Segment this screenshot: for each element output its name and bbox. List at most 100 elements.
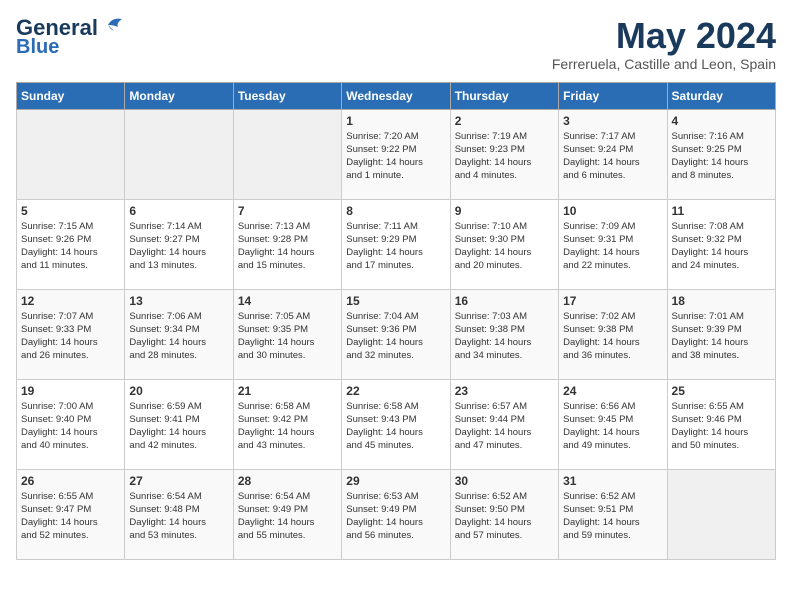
day-info: Sunrise: 6:55 AM Sunset: 9:47 PM Dayligh… [21, 490, 120, 543]
day-number: 1 [346, 114, 445, 128]
calendar-row-1: 1 Sunrise: 7:20 AM Sunset: 9:22 PM Daylig… [17, 109, 776, 199]
weekday-header-sunday: Sunday [17, 82, 125, 109]
title-block: May 2024 Ferreruela, Castille and Leon, … [552, 16, 776, 72]
day-number: 27 [129, 474, 228, 488]
day-number: 31 [563, 474, 662, 488]
calendar-cell: 31Sunrise: 6:52 AM Sunset: 9:51 PM Dayli… [559, 469, 667, 559]
day-info: Sunrise: 7:13 AM Sunset: 9:28 PM Dayligh… [238, 220, 337, 273]
day-info: Sunrise: 6:53 AM Sunset: 9:49 PM Dayligh… [346, 490, 445, 543]
day-info: Sunrise: 7:01 AM Sunset: 9:39 PM Dayligh… [672, 310, 771, 363]
day-number: 14 [238, 294, 337, 308]
day-number: 18 [672, 294, 771, 308]
day-number: 6 [129, 204, 228, 218]
calendar-cell: 5 Sunrise: 7:15 AM Sunset: 9:26 PM Daylig… [17, 199, 125, 289]
day-number: 20 [129, 384, 228, 398]
day-number: 5 [21, 204, 120, 218]
day-info: Sunrise: 7:06 AM Sunset: 9:34 PM Dayligh… [129, 310, 228, 363]
day-number: 22 [346, 384, 445, 398]
day-info: Sunrise: 7:19 AM Sunset: 9:23 PM Dayligh… [455, 130, 554, 183]
weekday-header-friday: Friday [559, 82, 667, 109]
day-info: Sunrise: 7:11 AM Sunset: 9:29 PM Dayligh… [346, 220, 445, 273]
calendar-cell: 2 Sunrise: 7:19 AM Sunset: 9:23 PM Daylig… [450, 109, 558, 199]
calendar-cell: 12 Sunrise: 7:07 AM Sunset: 9:33 PM Dayli… [17, 289, 125, 379]
calendar-cell: 8 Sunrise: 7:11 AM Sunset: 9:29 PM Daylig… [342, 199, 450, 289]
day-number: 13 [129, 294, 228, 308]
calendar-cell: 25 Sunrise: 6:55 AM Sunset: 9:46 PM Dayli… [667, 379, 775, 469]
location: Ferreruela, Castille and Leon, Spain [552, 56, 776, 72]
day-info: Sunrise: 6:54 AM Sunset: 9:49 PM Dayligh… [238, 490, 337, 543]
weekday-header-tuesday: Tuesday [233, 82, 341, 109]
calendar-cell: 28Sunrise: 6:54 AM Sunset: 9:49 PM Dayli… [233, 469, 341, 559]
day-number: 19 [21, 384, 120, 398]
logo-blue-text: Blue [16, 36, 59, 58]
calendar-cell: 29Sunrise: 6:53 AM Sunset: 9:49 PM Dayli… [342, 469, 450, 559]
logo: General Blue [16, 16, 122, 58]
calendar-cell: 19 Sunrise: 7:00 AM Sunset: 9:40 PM Dayli… [17, 379, 125, 469]
header-row: SundayMondayTuesdayWednesdayThursdayFrid… [17, 82, 776, 109]
calendar-cell [233, 109, 341, 199]
day-number: 30 [455, 474, 554, 488]
day-info: Sunrise: 6:57 AM Sunset: 9:44 PM Dayligh… [455, 400, 554, 453]
calendar-cell [125, 109, 233, 199]
day-number: 12 [21, 294, 120, 308]
day-number: 15 [346, 294, 445, 308]
calendar-cell: 23 Sunrise: 6:57 AM Sunset: 9:44 PM Dayli… [450, 379, 558, 469]
calendar-cell: 14Sunrise: 7:05 AM Sunset: 9:35 PM Dayli… [233, 289, 341, 379]
day-info: Sunrise: 6:58 AM Sunset: 9:42 PM Dayligh… [238, 400, 337, 453]
day-info: Sunrise: 7:16 AM Sunset: 9:25 PM Dayligh… [672, 130, 771, 183]
calendar-row-2: 5 Sunrise: 7:15 AM Sunset: 9:26 PM Daylig… [17, 199, 776, 289]
calendar-row-3: 12 Sunrise: 7:07 AM Sunset: 9:33 PM Dayli… [17, 289, 776, 379]
day-info: Sunrise: 7:10 AM Sunset: 9:30 PM Dayligh… [455, 220, 554, 273]
calendar-cell [667, 469, 775, 559]
calendar-cell: 17 Sunrise: 7:02 AM Sunset: 9:38 PM Dayli… [559, 289, 667, 379]
day-info: Sunrise: 6:59 AM Sunset: 9:41 PM Dayligh… [129, 400, 228, 453]
day-number: 2 [455, 114, 554, 128]
weekday-header-saturday: Saturday [667, 82, 775, 109]
day-number: 7 [238, 204, 337, 218]
calendar-cell: 4 Sunrise: 7:16 AM Sunset: 9:25 PM Daylig… [667, 109, 775, 199]
day-info: Sunrise: 7:14 AM Sunset: 9:27 PM Dayligh… [129, 220, 228, 273]
calendar-cell: 13 Sunrise: 7:06 AM Sunset: 9:34 PM Dayli… [125, 289, 233, 379]
weekday-header-wednesday: Wednesday [342, 82, 450, 109]
day-number: 21 [238, 384, 337, 398]
calendar-cell: 30Sunrise: 6:52 AM Sunset: 9:50 PM Dayli… [450, 469, 558, 559]
weekday-header-monday: Monday [125, 82, 233, 109]
calendar-cell: 9Sunrise: 7:10 AM Sunset: 9:30 PM Daylig… [450, 199, 558, 289]
day-info: Sunrise: 7:20 AM Sunset: 9:22 PM Dayligh… [346, 130, 445, 183]
calendar-cell: 15Sunrise: 7:04 AM Sunset: 9:36 PM Dayli… [342, 289, 450, 379]
day-info: Sunrise: 7:03 AM Sunset: 9:38 PM Dayligh… [455, 310, 554, 363]
calendar-cell: 20 Sunrise: 6:59 AM Sunset: 9:41 PM Dayli… [125, 379, 233, 469]
calendar-cell: 7 Sunrise: 7:13 AM Sunset: 9:28 PM Daylig… [233, 199, 341, 289]
day-info: Sunrise: 6:58 AM Sunset: 9:43 PM Dayligh… [346, 400, 445, 453]
calendar-row-5: 26 Sunrise: 6:55 AM Sunset: 9:47 PM Dayli… [17, 469, 776, 559]
day-number: 4 [672, 114, 771, 128]
day-number: 17 [563, 294, 662, 308]
day-info: Sunrise: 7:09 AM Sunset: 9:31 PM Dayligh… [563, 220, 662, 273]
day-info: Sunrise: 7:02 AM Sunset: 9:38 PM Dayligh… [563, 310, 662, 363]
calendar-cell: 24Sunrise: 6:56 AM Sunset: 9:45 PM Dayli… [559, 379, 667, 469]
day-info: Sunrise: 7:15 AM Sunset: 9:26 PM Dayligh… [21, 220, 120, 273]
day-info: Sunrise: 6:54 AM Sunset: 9:48 PM Dayligh… [129, 490, 228, 543]
calendar-cell: 21 Sunrise: 6:58 AM Sunset: 9:42 PM Dayli… [233, 379, 341, 469]
calendar-cell: 27 Sunrise: 6:54 AM Sunset: 9:48 PM Dayli… [125, 469, 233, 559]
page-header: General Blue May 2024 Ferreruela, Castil… [16, 16, 776, 72]
calendar-row-4: 19 Sunrise: 7:00 AM Sunset: 9:40 PM Dayli… [17, 379, 776, 469]
day-number: 26 [21, 474, 120, 488]
day-number: 24 [563, 384, 662, 398]
calendar-cell: 1 Sunrise: 7:20 AM Sunset: 9:22 PM Daylig… [342, 109, 450, 199]
day-number: 11 [672, 204, 771, 218]
day-number: 10 [563, 204, 662, 218]
calendar-cell: 6 Sunrise: 7:14 AM Sunset: 9:27 PM Daylig… [125, 199, 233, 289]
day-number: 25 [672, 384, 771, 398]
day-number: 23 [455, 384, 554, 398]
day-number: 8 [346, 204, 445, 218]
calendar-table: SundayMondayTuesdayWednesdayThursdayFrid… [16, 82, 776, 560]
day-info: Sunrise: 7:17 AM Sunset: 9:24 PM Dayligh… [563, 130, 662, 183]
day-info: Sunrise: 7:00 AM Sunset: 9:40 PM Dayligh… [21, 400, 120, 453]
day-number: 16 [455, 294, 554, 308]
day-info: Sunrise: 7:07 AM Sunset: 9:33 PM Dayligh… [21, 310, 120, 363]
day-info: Sunrise: 6:55 AM Sunset: 9:46 PM Dayligh… [672, 400, 771, 453]
calendar-cell: 10 Sunrise: 7:09 AM Sunset: 9:31 PM Dayli… [559, 199, 667, 289]
calendar-cell: 26 Sunrise: 6:55 AM Sunset: 9:47 PM Dayli… [17, 469, 125, 559]
calendar-cell [17, 109, 125, 199]
